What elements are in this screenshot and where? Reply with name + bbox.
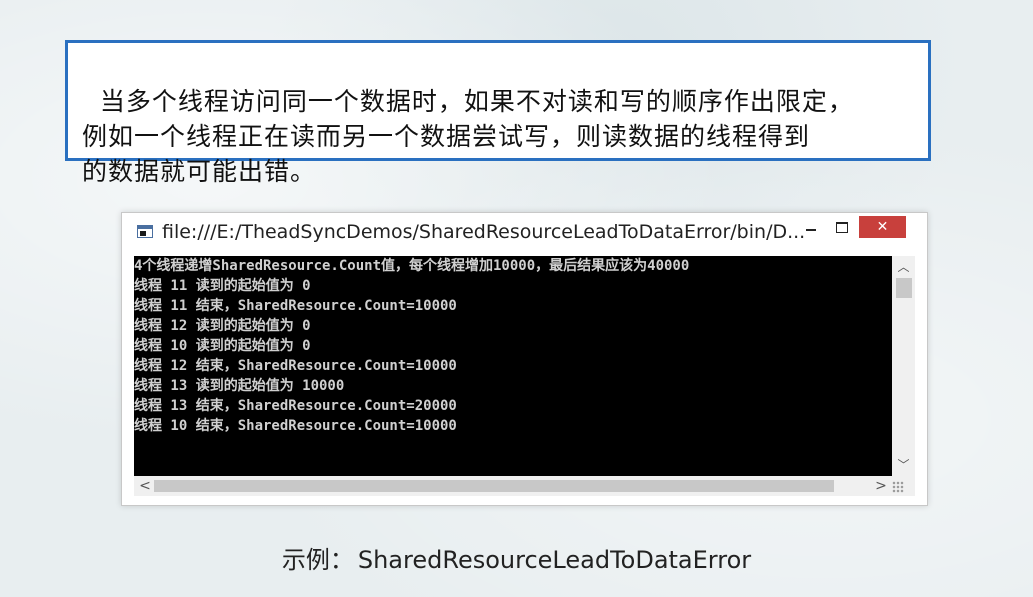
minimize-icon (806, 229, 816, 231)
note-text: 当多个线程访问同一个数据时，如果不对读和写的顺序作出限定， 例如一个线程正在读而… (82, 87, 854, 186)
console-line: 线程 11 读到的起始值为 0 (134, 278, 311, 294)
console-app-icon[interactable] (137, 225, 153, 238)
maximize-icon (836, 221, 848, 233)
resize-grip-icon[interactable] (892, 481, 904, 493)
close-icon: ✕ (876, 219, 889, 235)
scroll-down-icon[interactable]: ﹀ (892, 456, 915, 474)
scroll-left-icon[interactable]: < (136, 476, 154, 496)
horizontal-scroll-thumb[interactable] (154, 480, 834, 492)
window-title: file:///E:/TheadSyncDemos/SharedResource… (162, 221, 806, 243)
console-line: 4个线程递增SharedResource.Count值，每个线程增加10000，… (134, 258, 690, 274)
close-button[interactable]: ✕ (859, 216, 906, 238)
console-line: 线程 13 读到的起始值为 10000 (134, 378, 345, 394)
scroll-right-icon[interactable]: > (872, 476, 890, 496)
console-output[interactable]: 4个线程递增SharedResource.Count值，每个线程增加10000，… (134, 256, 892, 476)
console-window: file:///E:/TheadSyncDemos/SharedResource… (121, 212, 928, 506)
note-box: 当多个线程访问同一个数据时，如果不对读和写的顺序作出限定， 例如一个线程正在读而… (65, 40, 931, 186)
title-bar[interactable]: file:///E:/TheadSyncDemos/SharedResource… (122, 213, 927, 251)
console-line: 线程 12 读到的起始值为 0 (134, 318, 311, 334)
caption-label: 示例： (281, 546, 354, 574)
minimize-button[interactable] (798, 216, 824, 238)
vertical-scroll-thumb[interactable] (896, 278, 912, 298)
console-line: 线程 12 结束，SharedResource.Count=10000 (134, 358, 457, 374)
console-line: 线程 10 读到的起始值为 0 (134, 338, 311, 354)
console-line: 线程 10 结束，SharedResource.Count=10000 (134, 418, 457, 434)
caption: 示例： SharedResourceLeadToDataError (0, 540, 1033, 575)
vertical-scrollbar[interactable]: ︿ ﹀ (892, 256, 915, 476)
scroll-up-icon[interactable]: ︿ (892, 258, 915, 276)
horizontal-scrollbar[interactable]: < > (134, 476, 915, 496)
console-line: 线程 13 结束，SharedResource.Count=20000 (134, 398, 457, 414)
caption-project-name: SharedResourceLeadToDataError (357, 546, 752, 574)
console-line: 线程 11 结束，SharedResource.Count=10000 (134, 298, 457, 314)
maximize-button[interactable] (829, 216, 855, 238)
